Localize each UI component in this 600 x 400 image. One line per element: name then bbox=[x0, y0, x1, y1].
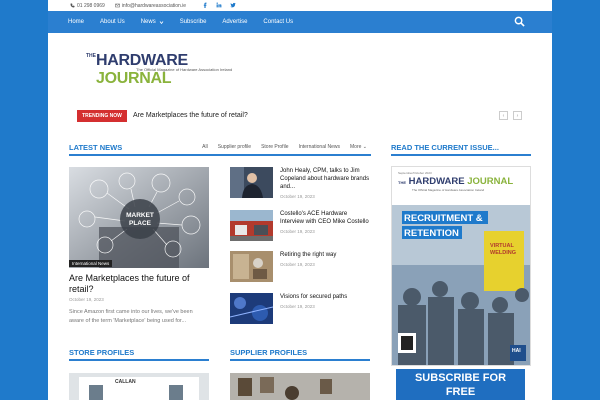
search-icon[interactable] bbox=[514, 16, 525, 27]
list-item-date: October 19, 2023 bbox=[280, 194, 315, 199]
phone-icon bbox=[70, 3, 75, 8]
email-address: info@hardwareassociation.ie bbox=[121, 2, 187, 9]
twitter-icon[interactable] bbox=[230, 2, 236, 8]
store-profile-thumbnail[interactable]: CALLAN bbox=[69, 373, 209, 400]
list-item-date: October 19, 2023 bbox=[280, 304, 315, 309]
tab-supplier-profile[interactable]: Supplier profile bbox=[218, 144, 251, 150]
supplier-profiles-header: SUPPLIER PROFILES bbox=[230, 348, 370, 361]
logo-the: THE bbox=[86, 53, 96, 59]
chevron-down-icon bbox=[159, 20, 164, 24]
social-links bbox=[202, 2, 236, 8]
facebook-icon[interactable] bbox=[202, 2, 208, 8]
email-contact[interactable]: info@hardwareassociation.ie bbox=[115, 3, 186, 9]
list-item-title[interactable]: Costello's ACE Hardware Interview with C… bbox=[280, 210, 372, 226]
supplier-profiles-title: SUPPLIER PROFILES bbox=[230, 348, 308, 357]
list-item-title[interactable]: John Healy, CPM, talks to Jim Copeland a… bbox=[280, 167, 372, 191]
featured-date: October 19, 2023 bbox=[69, 297, 104, 302]
page-content: THE HARDWARE JOURNAL The Official Magazi… bbox=[48, 33, 552, 400]
phone-contact[interactable]: 01 298 0969 bbox=[70, 3, 105, 9]
read-issue-header: READ THE CURRENT ISSUE... bbox=[391, 143, 531, 156]
cover-side-text-2: WELDING bbox=[490, 250, 516, 256]
read-issue-title: READ THE CURRENT ISSUE... bbox=[391, 143, 499, 152]
nav-item-contact[interactable]: Contact Us bbox=[263, 19, 293, 25]
featured-category-badge[interactable]: International News bbox=[69, 260, 113, 267]
svg-text:PLACE: PLACE bbox=[129, 220, 152, 227]
featured-excerpt: Since Amazon first came into our lives, … bbox=[69, 309, 193, 324]
tab-international-news[interactable]: International News bbox=[299, 144, 340, 150]
nav-item-news[interactable]: News bbox=[141, 19, 164, 25]
image-label: MARKET bbox=[126, 212, 154, 219]
store-thumb-text: CALLAN bbox=[115, 379, 136, 385]
trending-headline[interactable]: Are Marketplaces the future of retail? bbox=[133, 110, 248, 122]
cover-headline: RECRUITMENT & bbox=[404, 213, 483, 224]
list-item-date: October 19, 2023 bbox=[280, 229, 315, 234]
site-logo[interactable]: THE HARDWARE JOURNAL The Official Magazi… bbox=[86, 52, 246, 87]
list-item-title[interactable]: Visions for secured paths bbox=[280, 293, 372, 301]
nav-item-home[interactable]: Home bbox=[68, 19, 84, 25]
nav-item-advertise[interactable]: Advertise bbox=[222, 19, 247, 25]
tab-all[interactable]: All bbox=[202, 144, 208, 150]
nav-item-about[interactable]: About Us bbox=[100, 19, 125, 25]
cover-headline-2: RETENTION bbox=[404, 228, 459, 239]
subscribe-button[interactable]: SUBSCRIBE FOR FREE bbox=[396, 369, 525, 400]
supplier-profile-thumbnail[interactable] bbox=[230, 373, 370, 400]
trending-next-button[interactable]: › bbox=[513, 111, 522, 120]
nav-item-subscribe[interactable]: Subscribe bbox=[180, 19, 207, 25]
main-nav: Home About Us News Subscribe Advertise C… bbox=[48, 11, 552, 33]
mail-icon bbox=[115, 3, 120, 8]
list-item-image[interactable] bbox=[230, 251, 273, 282]
latest-news-header: LATEST NEWS All Supplier profile Store P… bbox=[69, 143, 371, 156]
cover-side-text: VIRTUAL bbox=[490, 243, 514, 249]
store-profiles-header: STORE PROFILES bbox=[69, 348, 209, 361]
linkedin-icon[interactable] bbox=[216, 2, 222, 8]
list-item-date: October 19, 2023 bbox=[280, 262, 315, 267]
trending-prev-button[interactable]: ‹ bbox=[499, 111, 508, 120]
latest-news-tabs: All Supplier profile Store Profile Inter… bbox=[202, 144, 367, 150]
featured-image[interactable]: MARKET PLACE bbox=[69, 167, 209, 268]
list-item-image[interactable] bbox=[230, 210, 273, 241]
trending-badge: TRENDING NOW bbox=[77, 110, 127, 122]
current-issue-cover[interactable]: September/October 2023 THE HARDWARE JOUR… bbox=[391, 166, 531, 366]
list-item-image[interactable] bbox=[230, 293, 273, 324]
list-item-title[interactable]: Retiring the right way bbox=[280, 251, 372, 259]
store-profiles-title: STORE PROFILES bbox=[69, 348, 135, 357]
list-item-image[interactable] bbox=[230, 167, 273, 198]
tab-store-profile[interactable]: Store Profile bbox=[261, 144, 289, 150]
cover-badge: HAI bbox=[512, 348, 521, 354]
logo-tagline: The Official Magazine of Hardware Associ… bbox=[136, 67, 233, 72]
cover-masthead: September/October 2023 THE HARDWARE JOUR… bbox=[392, 167, 530, 205]
top-bar: 01 298 0969 info@hardwareassociation.ie bbox=[48, 0, 552, 11]
marketplace-illustration: MARKET PLACE bbox=[69, 167, 209, 268]
phone-number: 01 298 0969 bbox=[77, 2, 105, 9]
tab-more[interactable]: More ⌄ bbox=[350, 144, 367, 150]
featured-title[interactable]: Are Marketplaces the future of retail? bbox=[69, 273, 209, 295]
